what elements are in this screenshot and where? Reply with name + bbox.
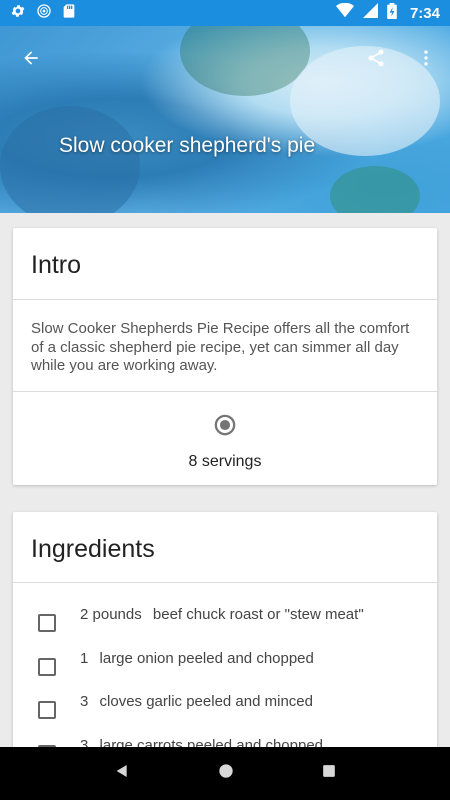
navigation-bar [0,747,450,800]
more-options-button[interactable] [410,42,442,74]
ingredient-quantity: 2 pounds [80,606,142,623]
more-vert-icon [424,50,428,66]
ingredient-quantity: 1 [80,649,89,667]
ingredient-checkbox[interactable] [38,657,56,676]
nav-home-icon [219,764,233,778]
wifi-icon [335,2,354,23]
image-shape [0,106,140,213]
ingredient-quantity: 3 [80,693,89,710]
ingredient-name: large onion peeled and chopped [99,649,314,667]
recipe-title: Slow cooker shepherd's pie [59,134,316,157]
ingredient-item[interactable]: 2 pounds beef chuck roast or "stew meat" [13,603,437,647]
globe-icon [36,3,52,24]
ingredient-text: 3 cloves garlic peeled and minced [80,693,313,710]
arrow-back-icon [24,51,38,65]
nav-back-button[interactable] [114,763,130,784]
ingredients-title: Ingredients [31,535,155,563]
nav-back-icon [116,765,127,777]
sd-card-icon [62,3,76,24]
ingredient-checkbox[interactable] [38,701,56,719]
intro-text: Slow Cooker Shepherds Pie Recipe offers … [31,320,410,374]
back-button[interactable] [15,42,47,74]
ingredients-card: Ingredients 2 pounds beef chuck roast or… [13,512,437,772]
recipe-header-image: Slow cooker shepherd's pie [0,26,450,213]
nav-home-button[interactable] [218,763,234,784]
ingredient-item[interactable]: 3 cloves garlic peeled and minced [13,690,437,734]
share-button[interactable] [360,42,392,74]
intro-title: Intro [31,251,82,279]
radio-button-icon [214,414,236,441]
status-bar: 7:34 [0,0,450,26]
battery-icon [387,2,397,24]
ingredient-name: beef chuck roast or "stew meat" [152,606,364,623]
nav-recents-button[interactable] [322,764,336,783]
servings-count: 8 servings [188,453,262,470]
share-icon [368,49,384,67]
servings-section: 8 servings [13,392,437,471]
ingredient-text: 1 large onion peeled and chopped [80,650,314,667]
settings-icon [10,3,26,24]
status-time: 7:34 [409,4,440,22]
ingredient-text: 2 pounds beef chuck roast or "stew meat" [80,606,364,623]
nav-recents-icon [323,765,335,777]
ingredient-checkbox[interactable] [38,614,56,632]
ingredient-name: cloves garlic peeled and minced [99,693,313,710]
image-shape [330,166,420,213]
intro-card: Intro Slow Cooker Shepherds Pie Recipe o… [13,228,437,485]
ingredient-item[interactable]: 1 large onion peeled and chopped [13,647,437,691]
image-shape [180,26,310,96]
signal-icon [362,3,378,23]
